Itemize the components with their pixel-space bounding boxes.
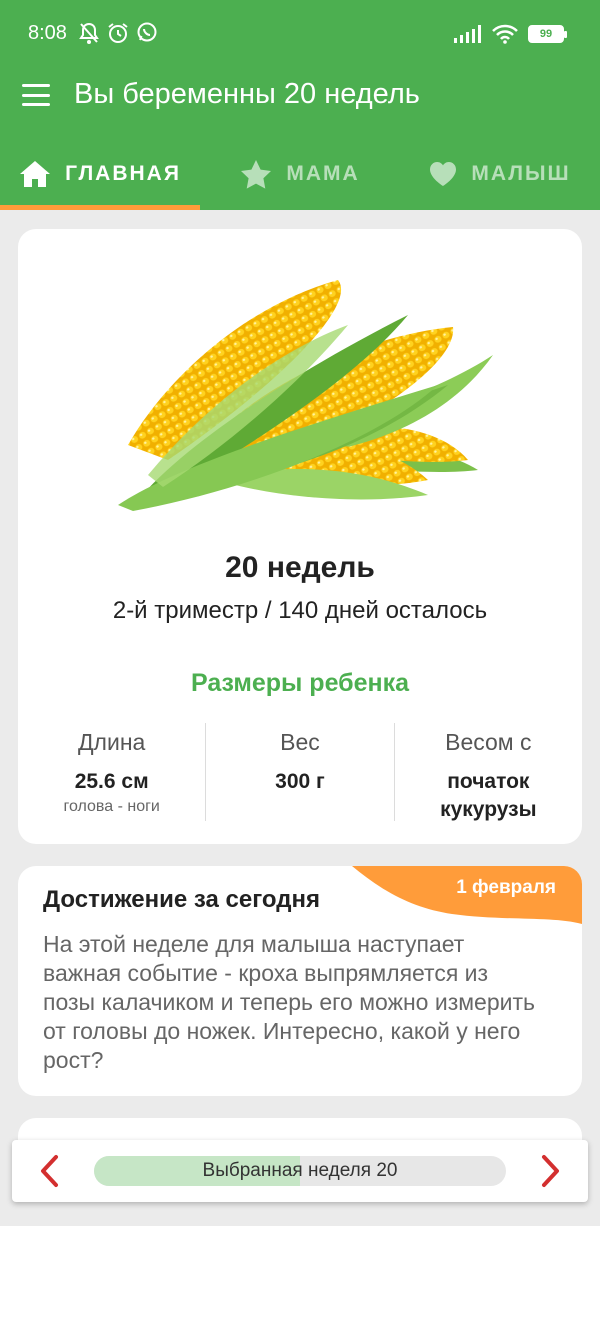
achievement-title: Достижение за сегодня	[43, 886, 320, 913]
stat-length-label: Длина	[77, 729, 146, 755]
page-title: Вы беременны 20 недель	[74, 78, 420, 110]
alarm-icon	[108, 23, 128, 43]
whatsapp-icon	[137, 22, 157, 42]
tab-main[interactable]: ГЛАВНАЯ	[0, 138, 200, 210]
achievement-date: 1 февраля	[456, 877, 556, 898]
tab-baby-label: МАЛЫШ	[471, 162, 571, 185]
next-week-button[interactable]	[532, 1154, 566, 1188]
signal-icon	[454, 25, 481, 43]
tab-mom-label: МАМА	[286, 162, 360, 185]
week-card: 20 недель 2-й триместр / 140 дней остало…	[18, 229, 582, 844]
week-title: 20 недель	[225, 551, 375, 584]
tab-baby[interactable]: МАЛЫШ	[400, 138, 600, 210]
sizes-heading: Размеры ребенка	[190, 669, 410, 697]
status-time: 8:08	[28, 22, 67, 44]
stat-weight-value: 300 г	[275, 770, 325, 793]
app-bar: 8:08 99 Вы беременны 20 недель ГЛАВНАЯ М…	[0, 0, 600, 210]
stat-weight-label: Вес	[280, 729, 320, 755]
corn-image	[118, 280, 493, 511]
home-icon	[20, 161, 51, 187]
status-bar: 8:08 99	[0, 0, 600, 66]
star-icon	[241, 160, 272, 189]
week-selector: Выбранная неделя 20	[12, 1140, 588, 1202]
stat-size-compare: Весом с початок кукурузы	[393, 723, 582, 821]
prev-week-button[interactable]	[34, 1154, 68, 1188]
wifi-icon	[492, 24, 518, 44]
tab-main-label: ГЛАВНАЯ	[65, 162, 181, 185]
battery-icon: 99	[528, 25, 567, 43]
size-stats: Длина 25.6 см голова - ноги Вес 300 г Ве…	[18, 723, 582, 821]
week-progress: Выбранная неделя 20	[94, 1156, 506, 1186]
mute-bell-icon	[79, 22, 99, 44]
stat-size-compare-value: початок кукурузы	[440, 770, 537, 821]
toolbar: Вы беременны 20 недель	[0, 66, 600, 128]
main-content: 20 недель 2-й триместр / 140 дней остало…	[0, 210, 600, 1226]
trimester-info: 2-й триместр / 140 дней осталось	[112, 597, 488, 624]
stat-length: Длина 25.6 см голова - ноги	[18, 723, 205, 821]
stat-weight: Вес 300 г	[205, 723, 393, 821]
menu-icon[interactable]	[18, 80, 54, 110]
stat-length-sub: голова - ноги	[63, 798, 160, 815]
stat-length-value: 25.6 см	[74, 770, 149, 793]
week-progress-label: Выбранная неделя 20	[202, 1160, 398, 1181]
achievement-card[interactable]: 1 февраля Достижение за сегодня На этой …	[18, 866, 582, 1096]
tab-mom[interactable]: МАМА	[200, 138, 400, 210]
stat-size-compare-label: Весом с	[445, 729, 532, 755]
heart-icon	[430, 162, 457, 186]
achievement-text: На этой неделе для малыша наступает важн…	[43, 931, 536, 1073]
tab-bar: ГЛАВНАЯ МАМА МАЛЫШ	[0, 138, 600, 210]
